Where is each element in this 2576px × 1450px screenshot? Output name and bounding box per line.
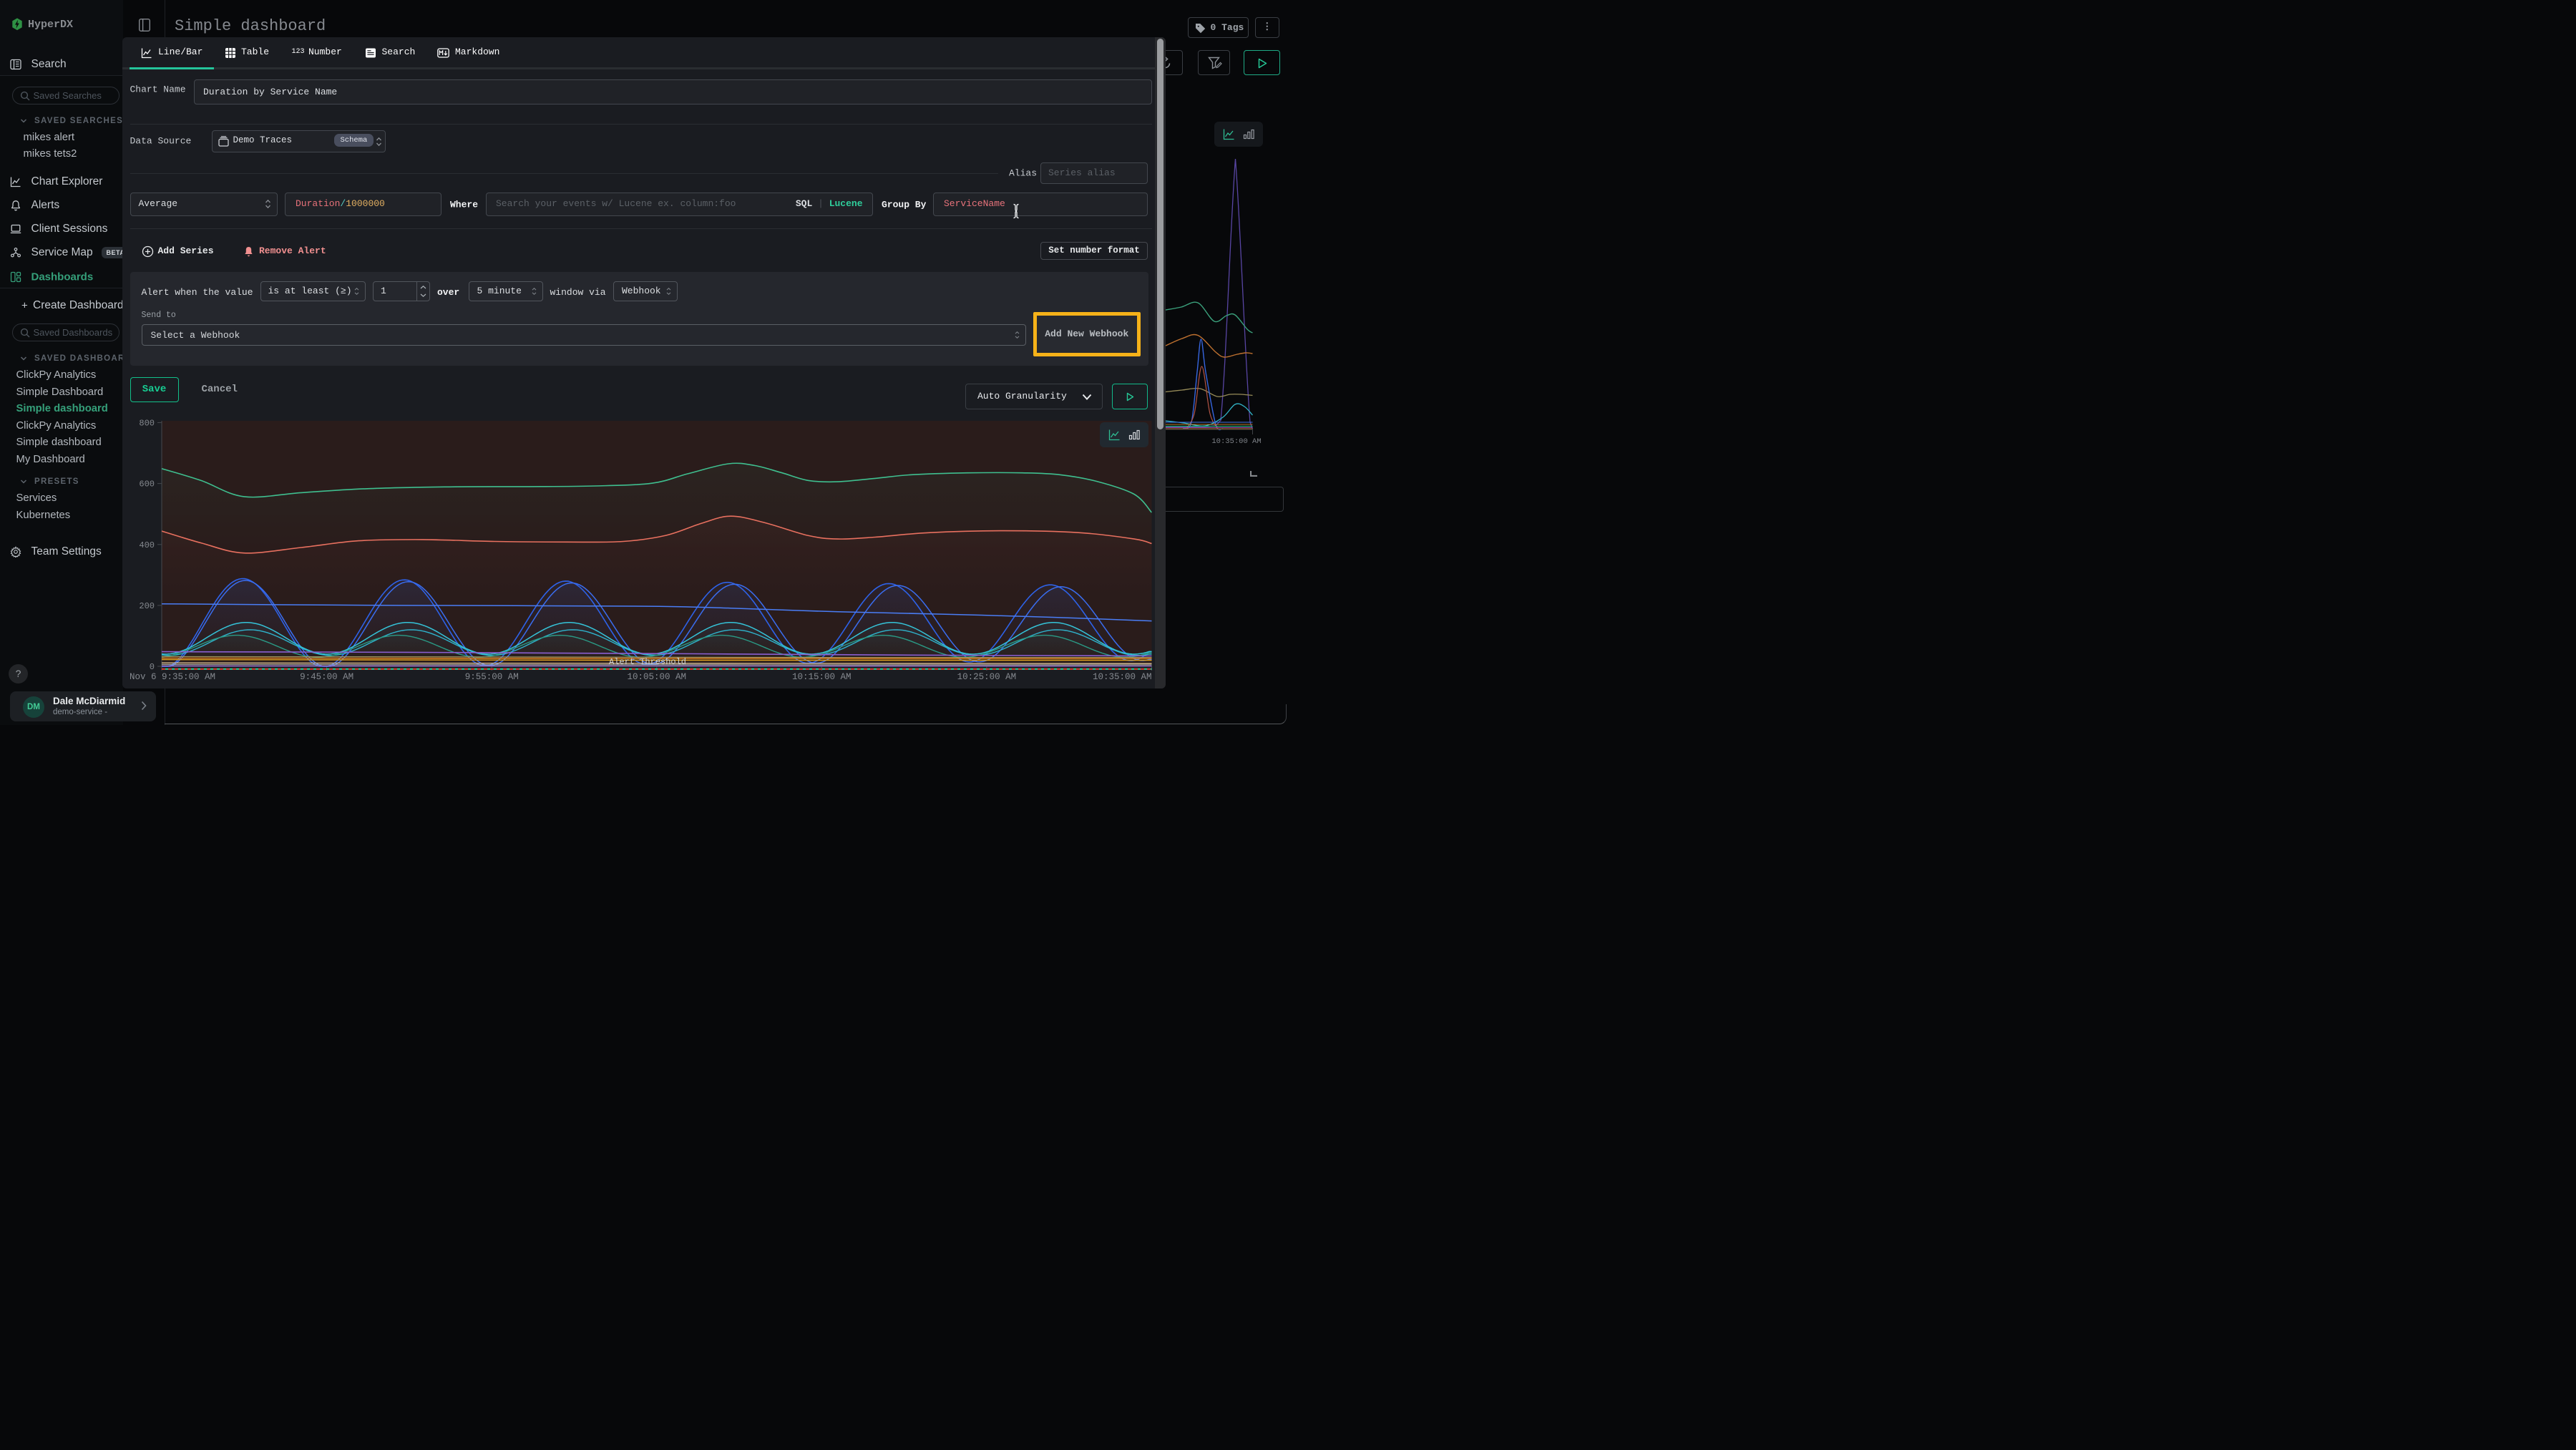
svg-text:9:45:00 AM: 9:45:00 AM [300,672,353,682]
svg-text:800: 800 [139,419,155,429]
svg-text:9:55:00 AM: 9:55:00 AM [465,672,519,682]
svg-text:10:25:00 AM: 10:25:00 AM [957,672,1017,682]
svg-text:10:35:00 AM: 10:35:00 AM [1093,672,1152,682]
svg-text:0: 0 [150,662,155,672]
svg-text:Nov 6 9:35:00 AM: Nov 6 9:35:00 AM [130,672,215,682]
svg-text:600: 600 [139,480,155,490]
svg-text:400: 400 [139,540,155,550]
svg-text:200: 200 [139,601,155,611]
svg-text:10:05:00 AM: 10:05:00 AM [628,672,687,682]
svg-text:Alert Threshold: Alert Threshold [609,657,686,667]
svg-text:10:15:00 AM: 10:15:00 AM [792,672,852,682]
